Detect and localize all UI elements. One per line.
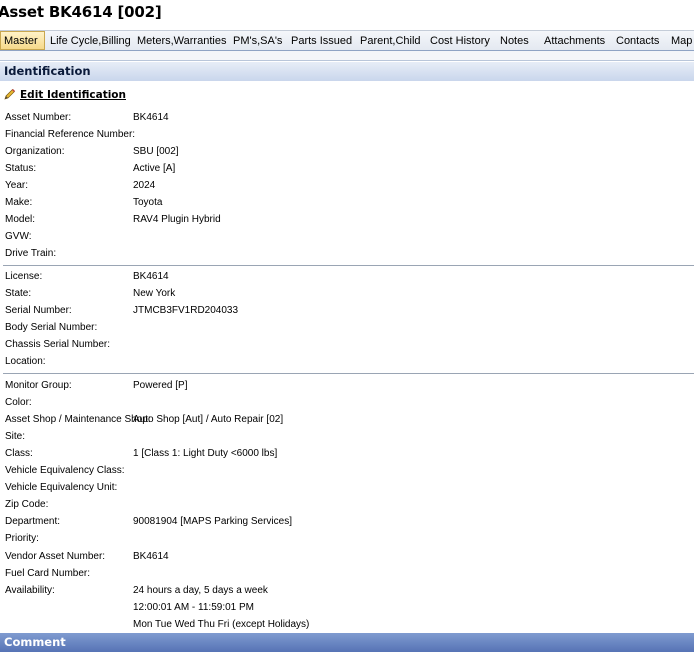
- field-label: Make:: [5, 197, 33, 209]
- field-value: Auto Shop [Aut] / Auto Repair [02]: [133, 414, 284, 426]
- tab-life-cycle-billing[interactable]: Life Cycle,Billing: [50, 33, 131, 49]
- tab-map[interactable]: Map: [671, 33, 692, 49]
- field-label: Vendor Asset Number:: [5, 550, 106, 562]
- field-value: 24 hours a day, 5 days a week: [133, 584, 268, 596]
- page-title: Asset BK4614 [002]: [0, 3, 162, 21]
- field-value: SBU [002]: [133, 146, 179, 158]
- field-label: Location:: [5, 356, 46, 368]
- field-value: Powered [P]: [133, 380, 188, 391]
- field-value: Active [A]: [133, 163, 176, 175]
- field-label: Priority:: [5, 533, 39, 545]
- field-value: RAV4 Plugin Hybrid: [133, 214, 221, 226]
- field-label: Vehicle Equivalency Unit:: [5, 482, 118, 494]
- field-value: New York: [133, 288, 176, 300]
- field-value: Toyota: [133, 197, 163, 209]
- field-label: Department:: [5, 516, 61, 528]
- tab-parts-issued[interactable]: Parts Issued: [291, 33, 352, 49]
- field-label: Vehicle Equivalency Class:: [5, 465, 125, 477]
- tab-spacer: [0, 51, 694, 61]
- field-label: Model:: [5, 214, 36, 226]
- tab-cost-history[interactable]: Cost History: [430, 33, 490, 49]
- group-divider: [3, 373, 694, 374]
- identification-header: Identification: [0, 62, 694, 81]
- tab-notes[interactable]: Notes: [500, 33, 529, 49]
- field-label: Site:: [5, 431, 26, 443]
- group-divider: [3, 265, 694, 266]
- tab-pms-sas[interactable]: PM's,SA's: [233, 33, 282, 49]
- tab-attachments[interactable]: Attachments: [544, 33, 605, 49]
- field-label: Status:: [5, 163, 37, 175]
- tab-master[interactable]: Master: [0, 31, 45, 50]
- tab-meters-warranties[interactable]: Meters,Warranties: [137, 33, 226, 49]
- edit-identification-link[interactable]: Edit Identification: [4, 88, 126, 104]
- field-label: Financial Reference Number:: [5, 129, 136, 141]
- tab-parent-child[interactable]: Parent,Child: [360, 33, 421, 49]
- field-label: State:: [5, 288, 32, 300]
- field-value: 2024: [133, 180, 156, 192]
- field-label: Serial Number:: [5, 305, 72, 317]
- field-label: Asset Shop / Maintenance Shop:: [5, 414, 151, 426]
- comment-header: Comment: [0, 633, 694, 652]
- field-label: Drive Train:: [5, 248, 57, 260]
- field-label: Asset Number:: [5, 112, 72, 123]
- field-label: License:: [5, 271, 43, 282]
- field-label: Zip Code:: [5, 499, 49, 511]
- field-label: Fuel Card Number:: [5, 567, 91, 579]
- field-label: Chassis Serial Number:: [5, 339, 111, 351]
- field-value: BK4614: [133, 550, 169, 562]
- field-label: Year:: [5, 180, 28, 192]
- field-label: Class:: [5, 448, 33, 460]
- field-value: 1 [Class 1: Light Duty <6000 lbs]: [133, 448, 278, 460]
- field-label: Monitor Group:: [5, 380, 72, 391]
- field-value: JTMCB3FV1RD204033: [133, 305, 239, 317]
- field-label: Color:: [5, 397, 32, 409]
- field-value: Mon Tue Wed Thu Fri (except Holidays): [133, 618, 310, 630]
- field-label: Availability:: [5, 584, 55, 596]
- field-value: BK4614: [133, 112, 169, 123]
- field-label: GVW:: [5, 231, 32, 243]
- field-value: 90081904 [MAPS Parking Services]: [133, 516, 292, 528]
- field-value: 12:00:01 AM - 11:59:01 PM: [133, 601, 255, 613]
- tab-bar: Master Life Cycle,Billing Meters,Warrant…: [0, 30, 694, 51]
- tab-contacts[interactable]: Contacts: [616, 33, 659, 49]
- field-value: BK4614: [133, 271, 169, 282]
- field-label: Organization:: [5, 146, 65, 158]
- pencil-icon: [4, 89, 15, 100]
- field-label: Body Serial Number:: [5, 322, 98, 334]
